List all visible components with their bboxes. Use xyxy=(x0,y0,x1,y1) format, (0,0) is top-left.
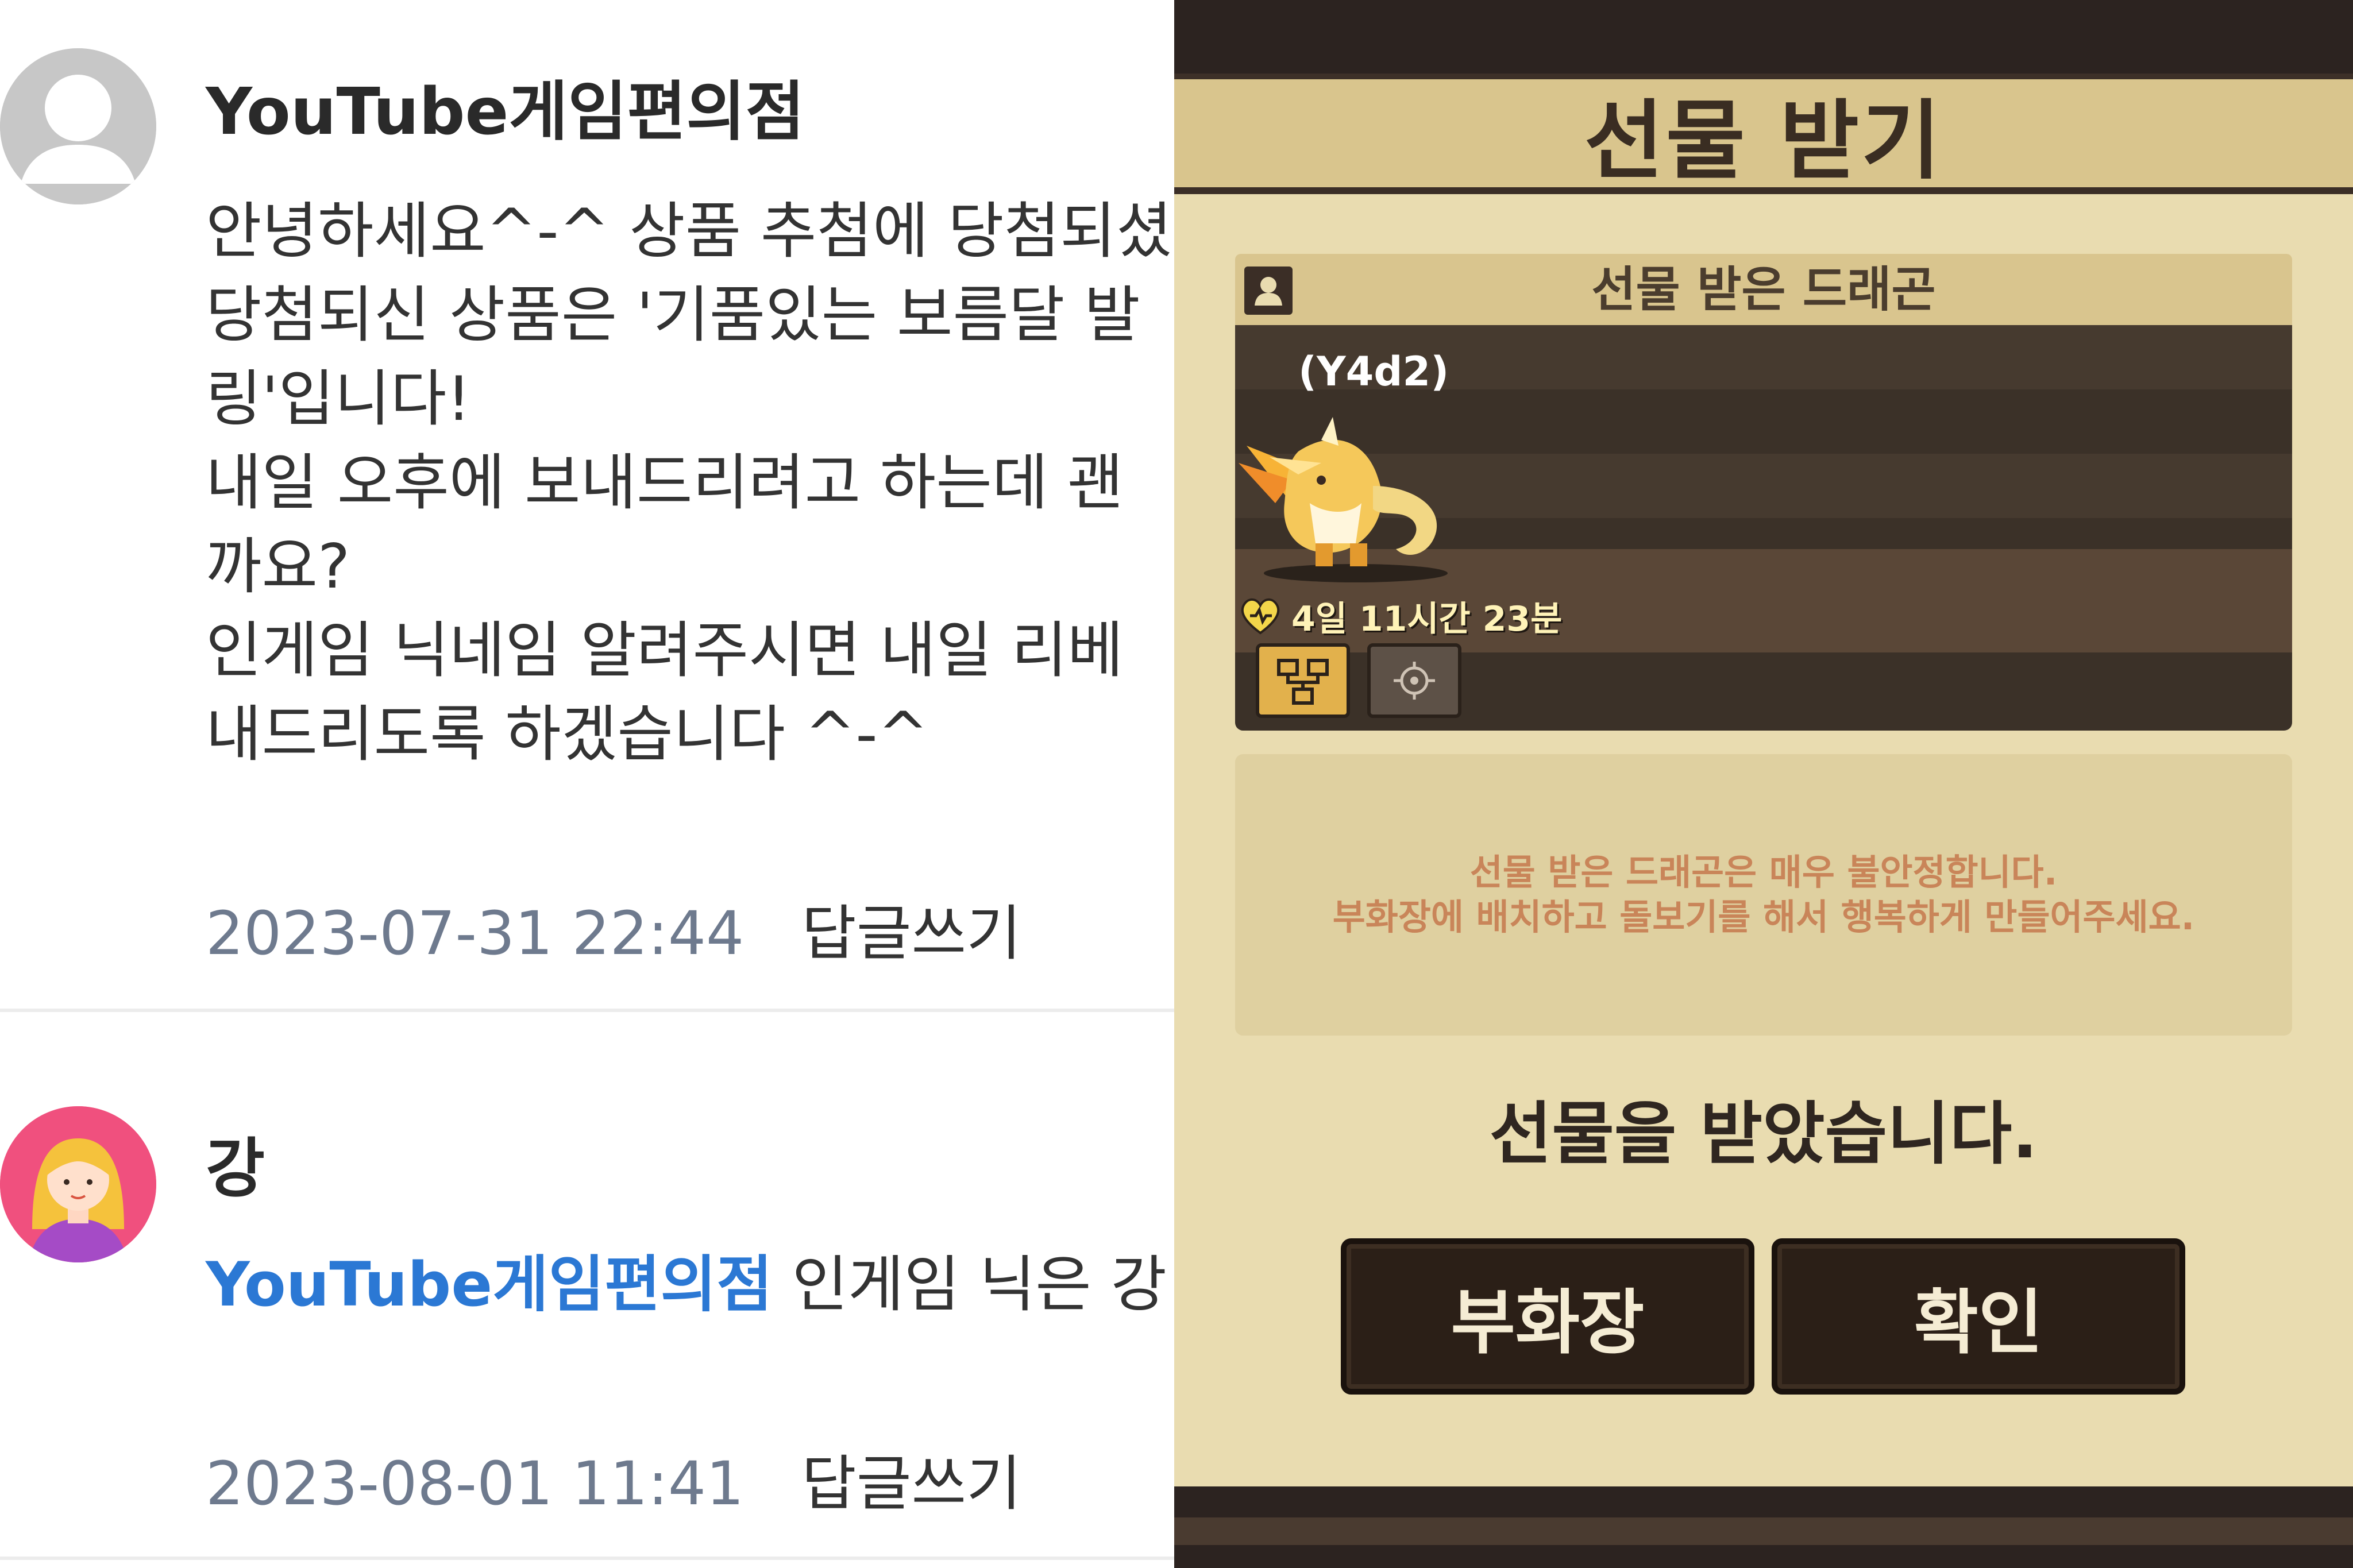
default-user-icon xyxy=(0,48,156,204)
comment-meta: 2023-08-01 11:41 답글쓰기 xyxy=(206,1435,1021,1521)
dragon-id: (Y4d2) xyxy=(1298,348,1449,395)
game-screen: 선물 받기 선물 받은 드래곤 (Y4d2) 4일 11시간 23분 선물 받은… xyxy=(1174,0,2353,1568)
comment-line: 까요? xyxy=(206,531,350,602)
dragon-card-body[interactable]: (Y4d2) 4일 11시간 23분 xyxy=(1235,325,2292,731)
comment-line: 내드리도록 하겠습니다 ^-^ xyxy=(206,699,929,770)
status-timer: 4일 11시간 23분 xyxy=(1291,598,1563,639)
status-row: 4일 11시간 23분 xyxy=(1237,593,1562,639)
comment-line: 내일 오후에 보내드리려고 하는데 괜 xyxy=(206,447,1124,518)
comment-text: 인게임 닉은 강 xyxy=(772,1249,1167,1320)
comment-meta: 2023-07-31 22:44 답글쓰기 xyxy=(206,885,1021,971)
card-title: 선물 받은 드래곤 xyxy=(1591,261,1936,318)
nursery-button-label: 부화장 xyxy=(1451,1281,1645,1364)
card-header: 선물 받은 드래곤 xyxy=(1235,254,2292,325)
confirm-button-label: 확인 xyxy=(1914,1281,2043,1364)
dragon-card: 선물 받은 드래곤 (Y4d2) 4일 11시간 23분 xyxy=(1235,254,2292,731)
reply-button[interactable]: 답글쓰기 xyxy=(801,1449,1021,1519)
comment-line: 당첨되신 상품은 '기품있는 보름달 발 xyxy=(206,280,1140,350)
comment-line: 링'입니다! xyxy=(206,364,471,434)
info-line: 선물 받은 드래곤은 매우 불안정합니다. xyxy=(1469,851,2058,893)
stats-button[interactable] xyxy=(1256,643,1350,718)
comment-divider xyxy=(0,1009,1174,1012)
comments-panel: YouTube게임편의점 안녕하세요^-^ 상품 추첨에 당첨되셨 당첨되신 상… xyxy=(0,0,1174,1568)
crosshair-icon xyxy=(1394,662,1435,700)
result-message: 선물을 받았습니다. xyxy=(1489,1094,2038,1173)
comment-date: 2023-08-01 11:41 xyxy=(206,1449,745,1519)
confirm-button[interactable]: 확인 xyxy=(1772,1238,2185,1395)
tree-icon xyxy=(1277,659,1329,705)
dragon-sprite xyxy=(1239,417,1448,582)
nursery-button[interactable]: 부화장 xyxy=(1341,1238,1754,1395)
comment-author[interactable]: 강 xyxy=(206,1117,265,1210)
comment-body: YouTube게임편의점 인게임 닉은 강 xyxy=(206,1243,1167,1327)
reply-button[interactable]: 답글쓰기 xyxy=(801,898,1021,968)
info-line: 부화장에 배치하고 돌보기를 해서 행복하게 만들어주세요. xyxy=(1332,896,2195,938)
comment-line: 안녕하세요^-^ 상품 추첨에 당첨되셨 xyxy=(206,196,1172,267)
popup-header: 선물 받기 xyxy=(1174,79,2353,194)
gift-popup: 선물 받기 선물 받은 드래곤 (Y4d2) 4일 11시간 23분 선물 받은… xyxy=(1174,74,2353,1545)
locate-button[interactable] xyxy=(1367,643,1461,718)
frame-bottom xyxy=(1174,1517,2353,1545)
heart-icon xyxy=(1241,598,1280,635)
girl-avatar-icon xyxy=(0,1106,156,1262)
avatar-default[interactable] xyxy=(0,48,156,204)
comment-author[interactable]: YouTube게임편의점 xyxy=(206,60,805,153)
comment-body: 안녕하세요^-^ 상품 추첨에 당첨되셨 당첨되신 상품은 '기품있는 보름달 … xyxy=(206,190,1172,777)
comment-divider xyxy=(0,1557,1174,1560)
avatar-user[interactable] xyxy=(0,1106,156,1262)
comment-line: 인게임 닉네임 알려주시면 내일 리베 xyxy=(206,615,1124,686)
comment-date: 2023-07-31 22:44 xyxy=(206,898,745,968)
mention-link[interactable]: YouTube게임편의점 xyxy=(206,1249,773,1320)
info-box: 선물 받은 드래곤은 매우 불안정합니다. 부화장에 배치하고 돌보기를 해서 … xyxy=(1235,754,2292,1036)
popup-title: 선물 받기 xyxy=(1584,91,1943,191)
